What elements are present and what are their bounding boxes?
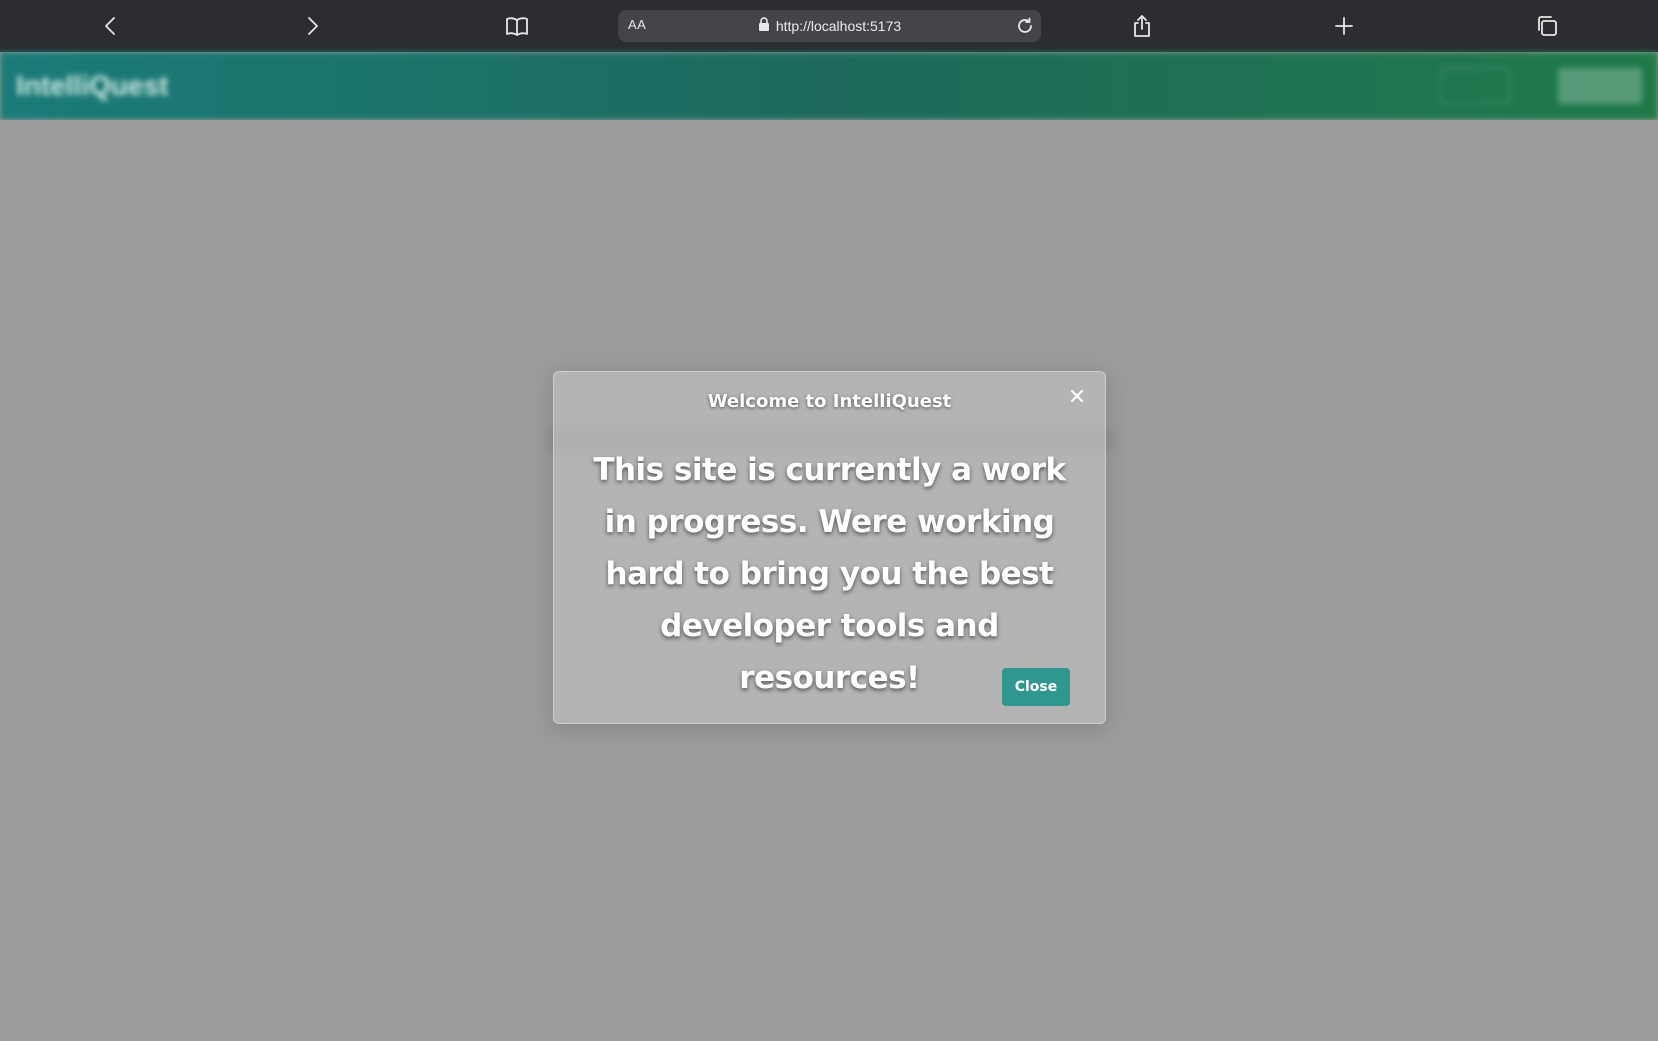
modal-dismiss-button[interactable] <box>1067 386 1087 406</box>
share-button[interactable] <box>1126 10 1158 42</box>
signup-button <box>1558 68 1642 104</box>
address-bar[interactable]: AA http://localhost:5173 <box>618 10 1041 42</box>
lock-icon <box>758 16 770 36</box>
url-text: http://localhost:5173 <box>775 18 902 34</box>
url-display: http://localhost:5173 <box>618 10 1041 42</box>
tabs-overview-button[interactable] <box>1531 10 1563 42</box>
close-icon <box>1070 389 1084 403</box>
reload-icon[interactable] <box>1015 16 1035 36</box>
welcome-modal: Welcome to IntelliQuest This site is cur… <box>553 371 1106 724</box>
bookmarks-icon <box>506 17 528 36</box>
app-logo: IntelliQuest <box>16 70 169 101</box>
modal-title: Welcome to IntelliQuest <box>707 391 952 412</box>
back-button[interactable] <box>95 10 127 42</box>
browser-toolbar: AA http://localhost:5173 <box>0 0 1658 52</box>
share-icon <box>1134 15 1150 37</box>
forward-icon <box>308 17 318 35</box>
modal-message: This site is currently a work in progres… <box>593 452 1066 696</box>
login-button <box>1440 68 1510 104</box>
new-tab-icon <box>1335 17 1353 35</box>
bookmarks-button[interactable] <box>501 10 533 42</box>
back-icon <box>105 17 115 35</box>
new-tab-button[interactable] <box>1328 10 1360 42</box>
app-header: IntelliQuest <box>0 52 1658 120</box>
tabs-icon <box>1538 16 1557 36</box>
close-button[interactable]: Close <box>1002 668 1070 706</box>
forward-button[interactable] <box>296 10 328 42</box>
